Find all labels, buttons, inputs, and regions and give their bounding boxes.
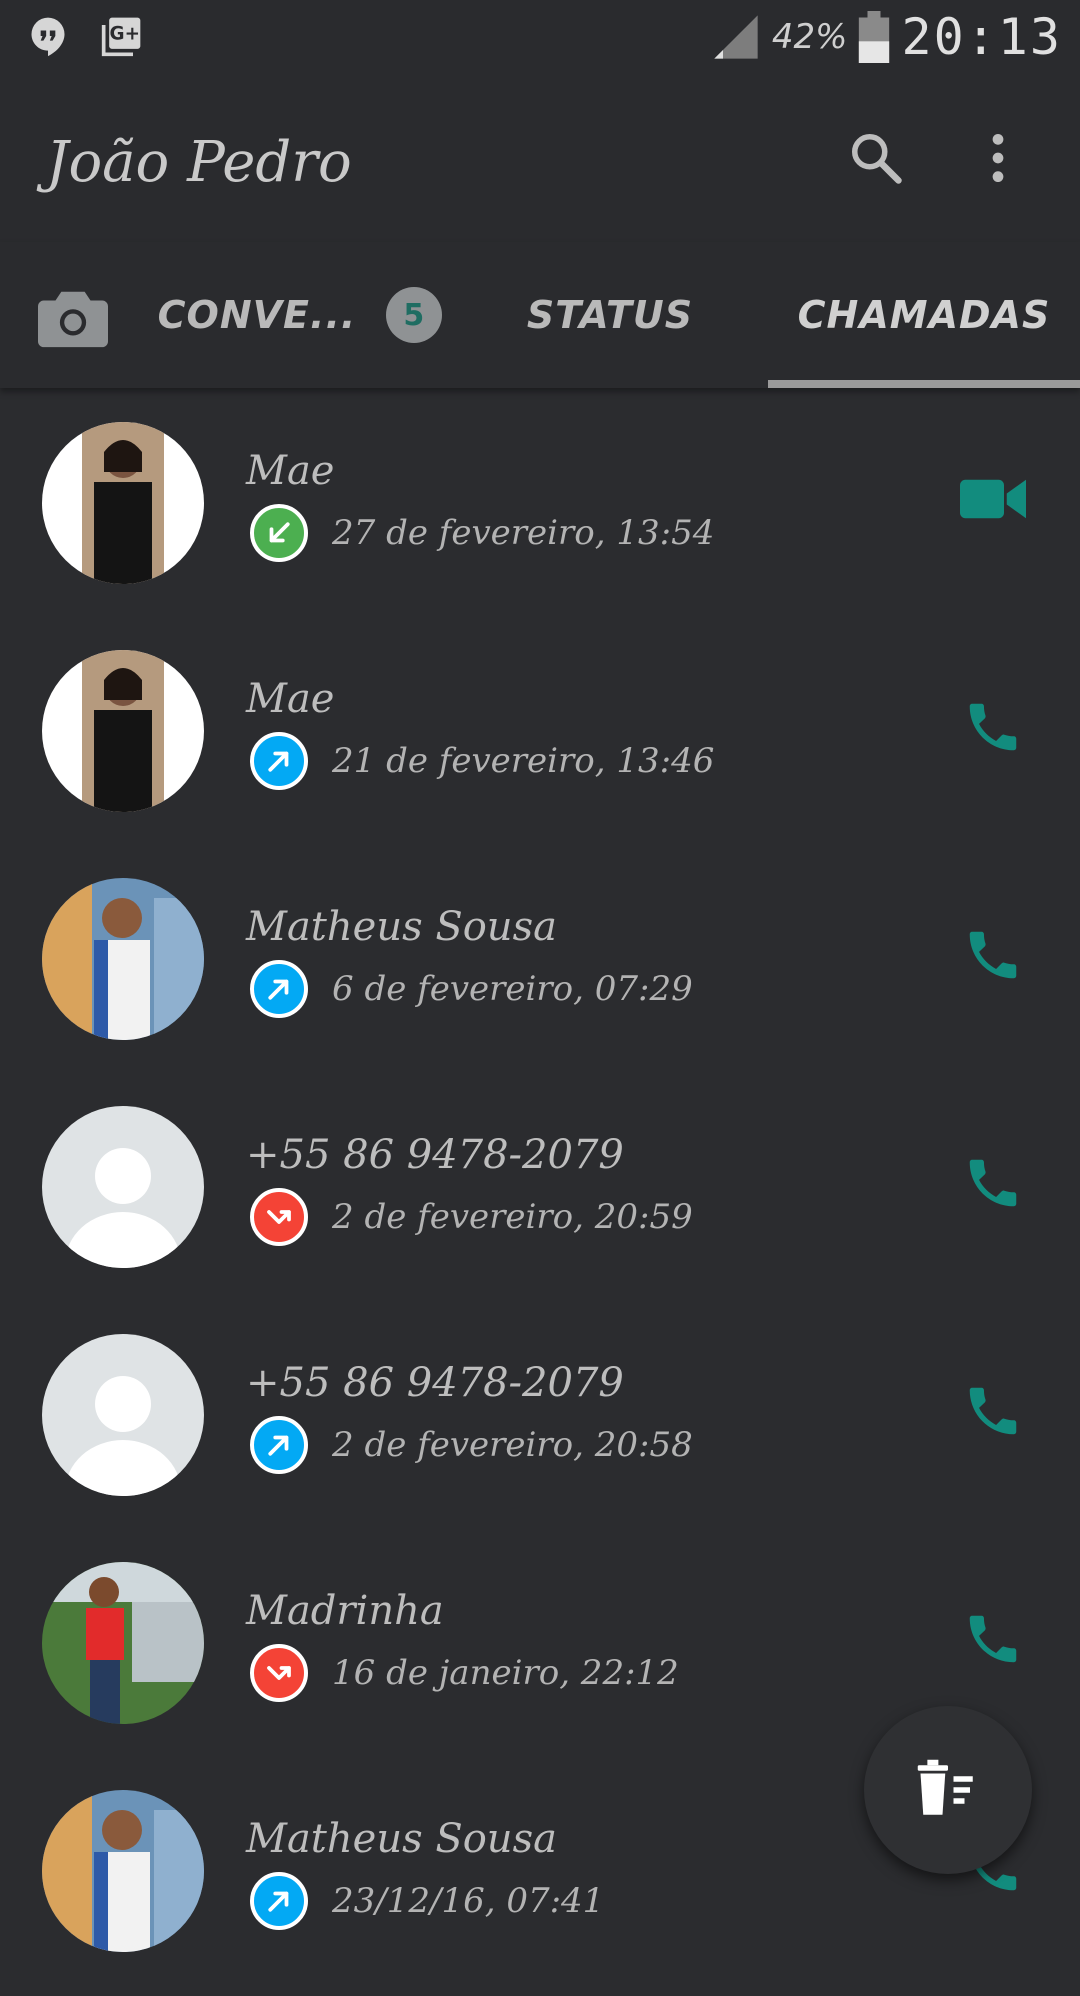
contact-avatar[interactable] (42, 422, 204, 584)
contact-name: Matheus Sousa (246, 904, 557, 950)
call-outgoing-icon (250, 960, 308, 1018)
battery-icon (859, 11, 890, 63)
hangouts-icon (31, 17, 65, 57)
call-time: 21 de fevereiro, 13:46 (332, 741, 715, 781)
tab-calls-label: CHAMADAS (797, 293, 1051, 337)
contact-name: Mae (246, 676, 335, 722)
call-outgoing-icon (250, 732, 308, 790)
system-status: 42% 20:13 (710, 8, 1062, 66)
call-missed-icon (250, 1644, 308, 1702)
battery-percentage: 42% (771, 17, 848, 57)
contact-name: Matheus Sousa (246, 1816, 557, 1862)
contact-avatar[interactable] (42, 1334, 204, 1496)
call-outgoing-icon (250, 1872, 308, 1930)
call-meta: 6 de fevereiro, 07:29 (250, 960, 693, 1018)
phone-icon (962, 924, 1024, 990)
call-time: 23/12/16, 07:41 (332, 1881, 605, 1921)
call-row[interactable]: Matheus Sousa 6 de fevereiro, 07:29 (0, 856, 1080, 1084)
call-row[interactable]: +55 86 9478-2079 2 de fevereiro, 20:58 (0, 1312, 1080, 1540)
contact-avatar[interactable] (42, 878, 204, 1040)
video-call-button[interactable] (958, 466, 1028, 536)
search-icon (852, 134, 902, 184)
call-outgoing-icon (250, 1416, 308, 1474)
call-meta: 2 de fevereiro, 20:59 (250, 1188, 693, 1246)
call-meta: 23/12/16, 07:41 (250, 1872, 604, 1930)
call-time: 27 de fevereiro, 13:54 (332, 513, 715, 553)
app-title: João Pedro (46, 130, 352, 195)
more-vert-icon (992, 133, 1004, 183)
app-bar: João Pedro (0, 78, 1080, 242)
clear-call-log-button[interactable] (864, 1706, 1032, 1874)
contact-avatar[interactable] (42, 1562, 204, 1724)
contact-name: Mae (246, 448, 335, 494)
search-button[interactable] (844, 126, 908, 190)
notification-icons: G+ (26, 14, 144, 58)
google-plus-photos-icon: G+ (101, 17, 141, 57)
call-missed-icon (250, 1188, 308, 1246)
videocam-icon (960, 475, 1026, 527)
svg-text:G+: G+ (110, 24, 140, 45)
contact-name: Madrinha (246, 1588, 444, 1634)
call-row[interactable]: Mae 21 de fevereiro, 13:46 (0, 628, 1080, 856)
tab-calls[interactable]: CHAMADAS (768, 242, 1080, 388)
app-actions (844, 126, 1030, 190)
contact-avatar[interactable] (42, 1790, 204, 1952)
tab-conversations-label: CONVE... (157, 293, 357, 337)
phone-icon (962, 1380, 1024, 1446)
voice-call-button[interactable] (958, 1378, 1028, 1448)
phone-icon (962, 1152, 1024, 1218)
voice-call-button[interactable] (958, 922, 1028, 992)
camera-icon[interactable] (38, 288, 108, 348)
signal-icon (714, 15, 758, 59)
clock: 20:13 (901, 8, 1062, 66)
contact-name: +55 86 9478-2079 (246, 1132, 624, 1178)
tab-status[interactable]: STATUS (480, 242, 740, 388)
call-time: 2 de fevereiro, 20:58 (332, 1425, 693, 1465)
tab-conversations[interactable]: CONVE... 5 (150, 242, 450, 388)
voice-call-button[interactable] (958, 1150, 1028, 1220)
tab-bar: CONVE... 5 STATUS CHAMADAS (0, 242, 1080, 388)
status-bar: G+ 42% 20:13 (0, 0, 1080, 78)
call-meta: 2 de fevereiro, 20:58 (250, 1416, 693, 1474)
tab-indicator (768, 380, 1080, 388)
call-time: 16 de janeiro, 22:12 (332, 1653, 679, 1693)
more-options-button[interactable] (966, 126, 1030, 190)
call-row[interactable]: Mae 27 de fevereiro, 13:54 (0, 400, 1080, 628)
delete-sweep-icon (917, 1759, 973, 1815)
voice-call-button[interactable] (958, 1606, 1028, 1676)
contact-name: +55 86 9478-2079 (246, 1360, 624, 1406)
contact-avatar[interactable] (42, 650, 204, 812)
phone-icon (962, 696, 1024, 762)
voice-call-button[interactable] (958, 694, 1028, 764)
call-time: 6 de fevereiro, 07:29 (332, 969, 693, 1009)
unread-badge: 5 (386, 287, 443, 343)
tab-status-label: STATUS (526, 293, 694, 337)
contact-avatar[interactable] (42, 1106, 204, 1268)
phone-icon (962, 1608, 1024, 1674)
call-time: 2 de fevereiro, 20:59 (332, 1197, 693, 1237)
call-incoming-icon (250, 504, 308, 562)
call-meta: 21 de fevereiro, 13:46 (250, 732, 714, 790)
call-row[interactable]: +55 86 9478-2079 2 de fevereiro, 20:59 (0, 1084, 1080, 1312)
call-meta: 27 de fevereiro, 13:54 (250, 504, 714, 562)
call-meta: 16 de janeiro, 22:12 (250, 1644, 679, 1702)
